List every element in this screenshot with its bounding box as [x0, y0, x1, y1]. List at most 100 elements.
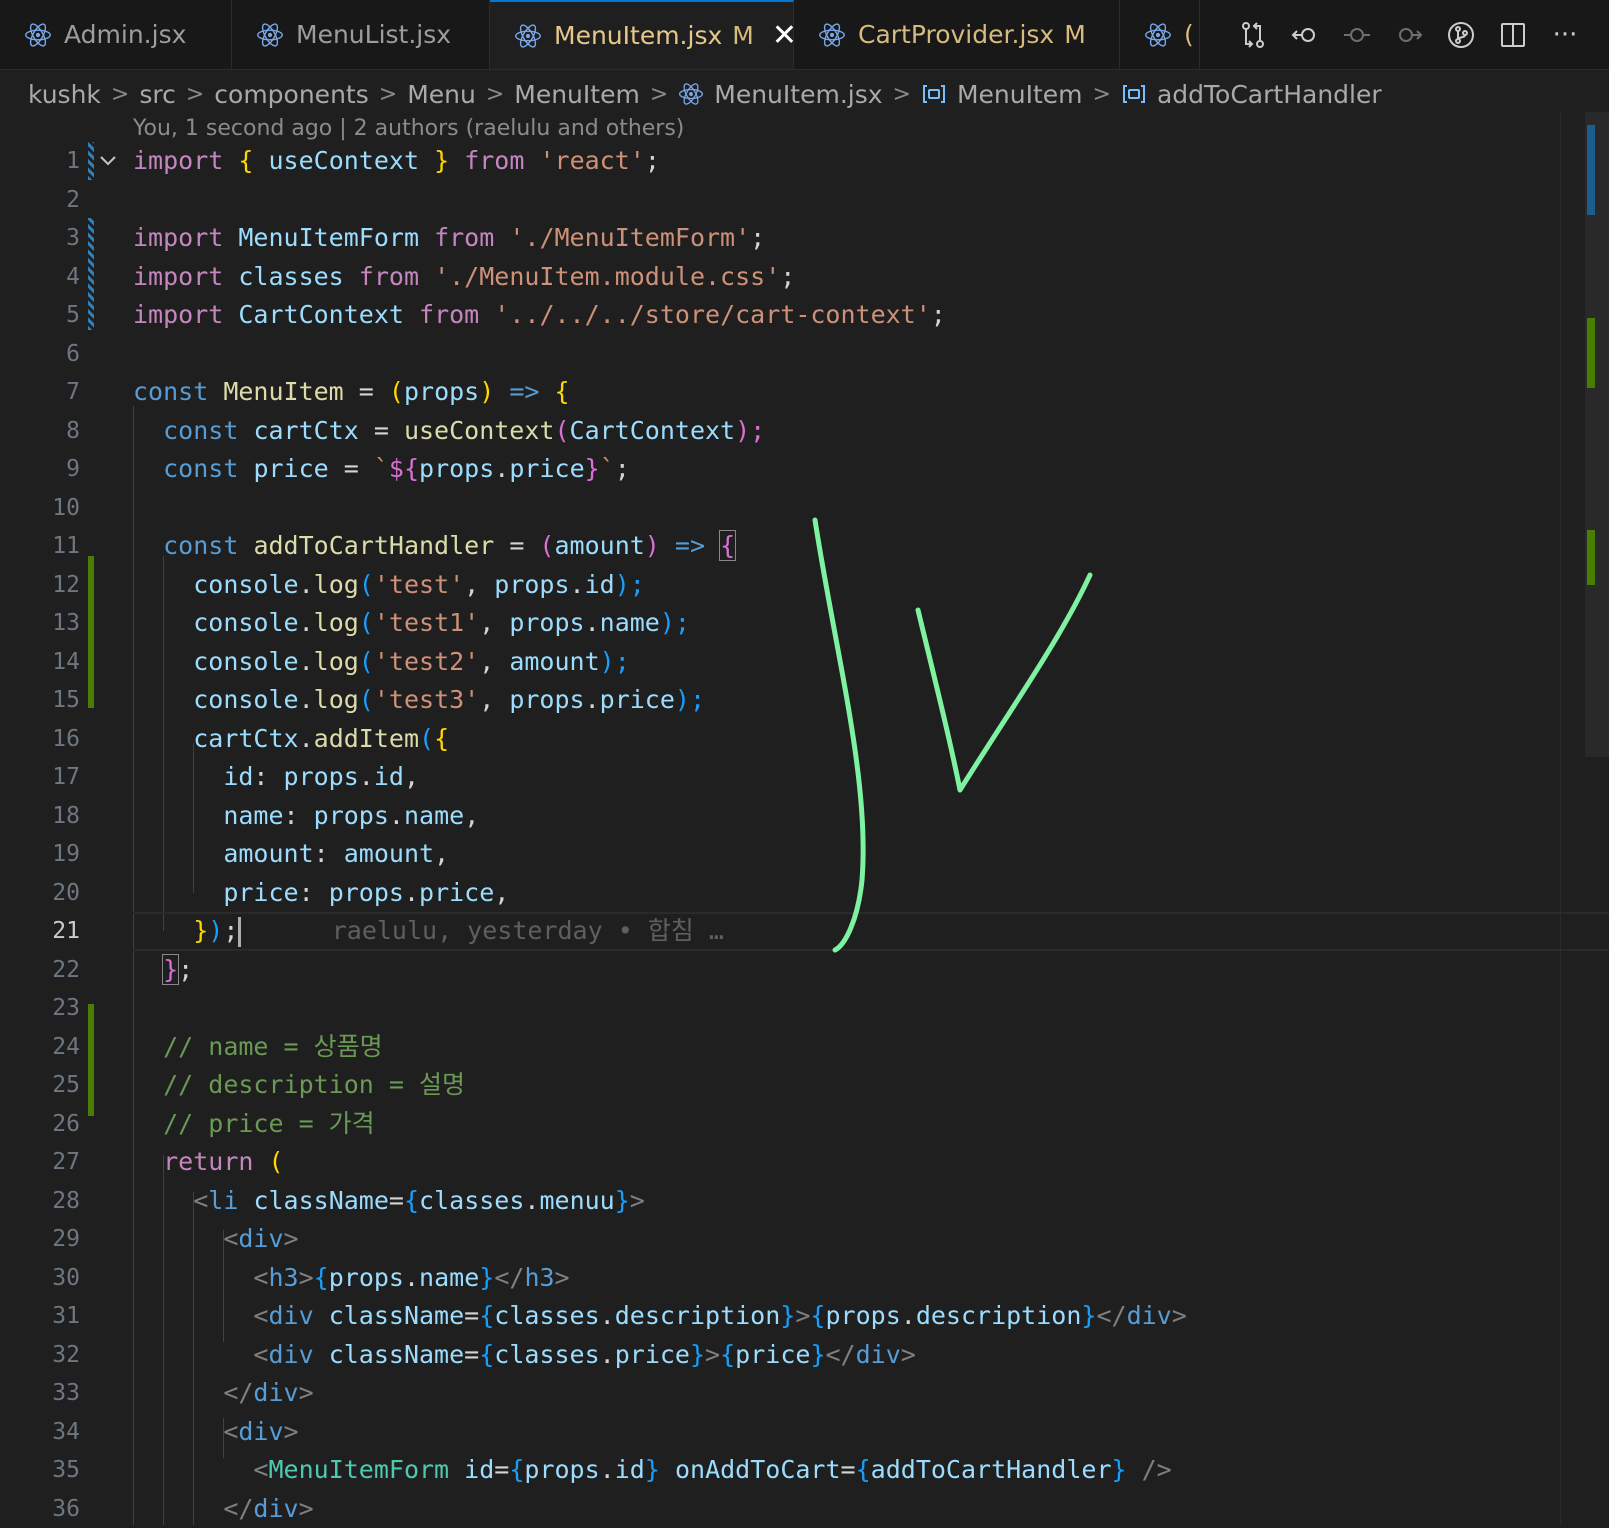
line-number[interactable]: 10 [0, 489, 90, 528]
token: { [555, 377, 570, 406]
tab-cartprovider-jsx[interactable]: CartProvider.jsx M [794, 0, 1120, 69]
line-number[interactable]: 28 [0, 1182, 90, 1221]
token: import [133, 223, 223, 252]
token: amount [223, 839, 313, 868]
code-line: const cartCtx = useContext(CartContext); [133, 412, 1549, 451]
line-number-gutter[interactable]: 1234567891011121314151617181920212223242… [0, 142, 90, 1528]
go-back-icon[interactable] [1279, 9, 1331, 61]
token: log [314, 647, 359, 676]
token: const [133, 377, 208, 406]
token: log [314, 685, 359, 714]
line-number[interactable]: 35 [0, 1451, 90, 1490]
current-code-line: }); raelulu, yesterday • 합침 … [133, 912, 1549, 951]
source-control-icon[interactable] [1435, 9, 1487, 61]
line-number[interactable]: 8 [0, 412, 90, 451]
token: div [268, 1340, 313, 1369]
tab-menulist-jsx[interactable]: MenuList.jsx [232, 0, 490, 69]
line-number[interactable]: 4 [0, 258, 90, 297]
editor-tab-bar: Admin.jsx MenuList.jsx MenuItem.jsx M ✕ … [0, 0, 1609, 70]
compare-changes-icon[interactable] [1227, 9, 1279, 61]
breadcrumb-item[interactable]: Menu [407, 80, 476, 109]
token: price [223, 878, 298, 907]
token: addToCartHandler [871, 1455, 1112, 1484]
line-number[interactable]: 26 [0, 1105, 90, 1144]
split-editor-icon[interactable] [1487, 9, 1539, 61]
close-icon[interactable]: ✕ [772, 21, 794, 51]
token: props [509, 608, 584, 637]
token: > [555, 1263, 570, 1292]
token: const [163, 454, 238, 483]
line-number[interactable]: 19 [0, 835, 90, 874]
react-icon [678, 81, 704, 107]
inline-blame[interactable]: raelulu, yesterday • 합침 … [332, 916, 724, 945]
line-number[interactable]: 30 [0, 1259, 90, 1298]
line-number[interactable]: 24 [0, 1028, 90, 1067]
code-editor[interactable]: import { useContext } from 'react'; impo… [133, 142, 1549, 1528]
token: { [720, 1340, 735, 1369]
breadcrumb-item[interactable]: kushk [28, 80, 101, 109]
line-number[interactable]: 5 [0, 296, 90, 335]
commit-icon[interactable] [1331, 9, 1383, 61]
more-actions-icon[interactable]: ··· [1539, 9, 1591, 61]
breadcrumb-item[interactable]: src [139, 80, 176, 109]
tab-label: MenuList.jsx [296, 20, 451, 49]
line-number[interactable]: 11 [0, 527, 90, 566]
token: } [479, 1263, 494, 1292]
line-number[interactable]: 33 [0, 1374, 90, 1413]
line-number[interactable]: 12 [0, 566, 90, 605]
token: className [329, 1301, 464, 1330]
token: : [299, 878, 329, 907]
line-number[interactable]: 15 [0, 681, 90, 720]
line-number[interactable]: 27 [0, 1143, 90, 1182]
go-forward-icon[interactable] [1383, 9, 1435, 61]
token: . [494, 454, 509, 483]
token: ; [780, 262, 795, 291]
breadcrumb-item[interactable]: MenuItem [514, 80, 640, 109]
line-number[interactable]: 6 [0, 335, 90, 374]
tab-menuitem-jsx[interactable]: MenuItem.jsx M ✕ [490, 0, 794, 69]
token: . [524, 1186, 539, 1215]
line-number[interactable]: 1 [0, 142, 90, 181]
line-number[interactable]: 23 [0, 989, 90, 1028]
line-number[interactable]: 25 [0, 1066, 90, 1105]
line-number[interactable]: 9 [0, 450, 90, 489]
token: props [419, 454, 494, 483]
codelens-blame[interactable]: You, 1 second ago | 2 authors (raelulu a… [133, 116, 684, 141]
token: { [479, 1340, 494, 1369]
line-number[interactable]: 13 [0, 604, 90, 643]
line-number[interactable]: 16 [0, 720, 90, 759]
line-number[interactable]: 20 [0, 874, 90, 913]
overview-ruler[interactable] [1560, 112, 1585, 1525]
token: = [841, 1455, 856, 1484]
token: ${ [389, 454, 419, 483]
token: /> [1142, 1455, 1172, 1484]
line-number[interactable]: 32 [0, 1336, 90, 1375]
token: description [615, 1301, 781, 1330]
token: li [208, 1186, 238, 1215]
breadcrumb-file[interactable]: MenuItem.jsx [678, 80, 882, 109]
line-number[interactable]: 29 [0, 1220, 90, 1259]
tab-overflow[interactable]: ( [1120, 0, 1200, 69]
tab-admin-jsx[interactable]: Admin.jsx [0, 0, 232, 69]
token: < [193, 1186, 208, 1215]
token: { [509, 1455, 524, 1484]
line-number[interactable]: 18 [0, 797, 90, 836]
token: return [163, 1147, 253, 1176]
line-number[interactable]: 7 [0, 373, 90, 412]
token: , [479, 685, 509, 714]
breadcrumb-symbol[interactable]: addToCartHandler [1121, 80, 1382, 109]
line-number[interactable]: 3 [0, 219, 90, 258]
line-number[interactable]: 31 [0, 1297, 90, 1336]
token: { [314, 1263, 329, 1292]
line-number[interactable]: 22 [0, 951, 90, 990]
line-number[interactable]: 34 [0, 1413, 90, 1452]
chevron-down-icon[interactable] [98, 151, 118, 171]
line-number[interactable]: 21 [0, 912, 90, 951]
breadcrumb-symbol[interactable]: MenuItem [921, 80, 1083, 109]
breadcrumb-item[interactable]: components [214, 80, 368, 109]
line-number[interactable]: 2 [0, 181, 90, 220]
line-number[interactable]: 36 [0, 1490, 90, 1528]
token: console [193, 570, 298, 599]
line-number[interactable]: 14 [0, 643, 90, 682]
line-number[interactable]: 17 [0, 758, 90, 797]
